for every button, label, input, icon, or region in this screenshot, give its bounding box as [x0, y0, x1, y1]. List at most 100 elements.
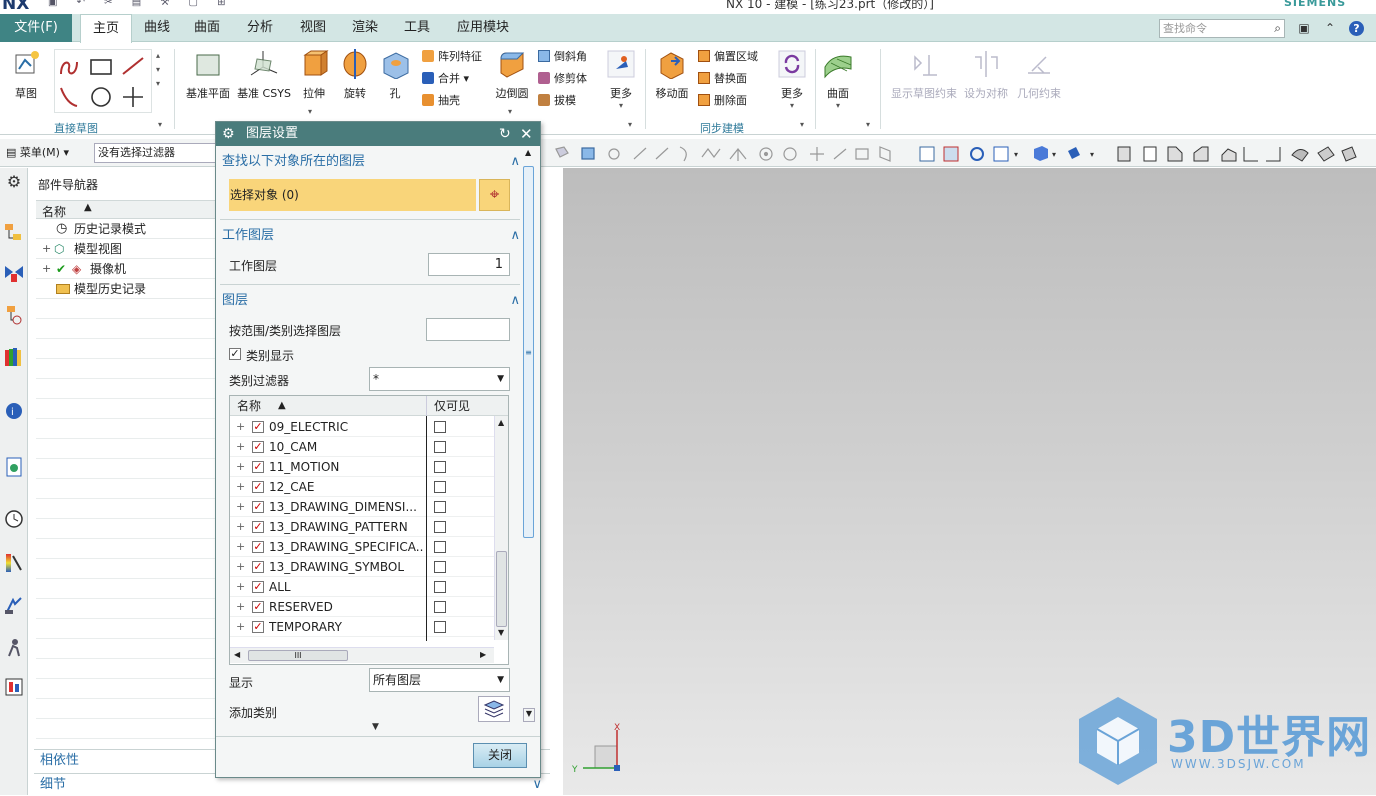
edge-blend-button[interactable]: 边倒圆: [492, 49, 532, 101]
sync-group-dropdown-icon[interactable]: ▾: [800, 120, 804, 129]
layer-visible-checkbox[interactable]: ✓: [252, 441, 264, 453]
layer-visible-checkbox[interactable]: ✓: [252, 481, 264, 493]
quick-access-toolbar[interactable]: ▣ ↶ ✂ ▤ ⚒ ▢ ⊞: [48, 0, 378, 8]
offset-region-button[interactable]: 偏置区域: [698, 48, 758, 64]
shell-button[interactable]: 抽壳: [422, 92, 460, 108]
nav-item-model-views[interactable]: + ⬡ 模型视图: [36, 239, 216, 259]
search-icon[interactable]: ⌕: [1274, 20, 1281, 37]
layer-row[interactable]: + ✓ TEMPORARY: [230, 617, 496, 637]
add-category-button[interactable]: [478, 696, 510, 722]
hole-button[interactable]: 孔: [378, 49, 412, 101]
close-icon[interactable]: ✕: [520, 122, 533, 146]
set-symmetric-button[interactable]: 设为对称: [960, 49, 1012, 101]
face-display-icons[interactable]: [1117, 146, 1357, 162]
sketch-more-arrows[interactable]: ▴ ▾ ▾: [156, 49, 160, 91]
datum-plane-button[interactable]: 基准平面: [182, 49, 234, 101]
more-features-button[interactable]: 更多 ▾: [602, 49, 640, 110]
tab-curve[interactable]: 曲线: [134, 14, 180, 42]
revolve-button[interactable]: 旋转: [338, 49, 372, 101]
expand-icon[interactable]: +: [42, 259, 51, 279]
visible-only-checkbox[interactable]: [434, 601, 446, 613]
process-studio-icon[interactable]: [3, 552, 25, 574]
help-icon[interactable]: ?: [1349, 21, 1364, 36]
visible-only-checkbox[interactable]: [434, 501, 446, 513]
visible-only-checkbox[interactable]: [434, 421, 446, 433]
sketch-tool-icons[interactable]: [55, 50, 153, 114]
part-navigator-icon[interactable]: [3, 304, 25, 326]
visible-only-checkbox[interactable]: [434, 521, 446, 533]
reuse-library-icon[interactable]: [3, 346, 25, 368]
layer-visible-checkbox[interactable]: ✓: [252, 501, 264, 513]
horizontal-scrollbar[interactable]: ◀ III ▶: [230, 647, 494, 663]
visible-only-column-header[interactable]: 仅可见: [434, 396, 470, 416]
visible-only-checkbox[interactable]: [434, 581, 446, 593]
extrude-dropdown-icon[interactable]: ▾: [308, 107, 312, 116]
layer-visible-checkbox[interactable]: ✓: [252, 581, 264, 593]
layer-visible-checkbox[interactable]: ✓: [252, 621, 264, 633]
nav-item-cameras[interactable]: + ✔ ◈ 摄像机: [36, 259, 216, 279]
settings-gear-icon[interactable]: ⚙: [3, 172, 25, 194]
pattern-feature-button[interactable]: 阵列特征: [422, 48, 482, 64]
layer-row[interactable]: + ✓ ALL: [230, 577, 496, 597]
layer-visible-checkbox[interactable]: ✓: [252, 521, 264, 533]
history-clock-icon[interactable]: [3, 508, 25, 530]
expand-icon[interactable]: +: [236, 597, 245, 617]
extrude-button[interactable]: 拉伸: [296, 49, 332, 101]
assembly-navigator-icon[interactable]: [3, 222, 25, 244]
layer-name-column-header[interactable]: 名称: [237, 396, 261, 416]
expand-icon[interactable]: +: [236, 457, 245, 477]
layer-visible-checkbox[interactable]: ✓: [252, 601, 264, 613]
scroll-up-icon[interactable]: ▲: [525, 148, 531, 157]
work-layer-input[interactable]: 1: [428, 253, 510, 276]
feature-group-dropdown-icon[interactable]: ▾: [628, 120, 632, 129]
visible-only-checkbox[interactable]: [434, 541, 446, 553]
system-visualization-icon[interactable]: [3, 676, 25, 698]
show-sketch-constraints-button[interactable]: 显示草图约束: [888, 49, 960, 101]
datum-csys-button[interactable]: 基准 CSYS: [236, 49, 292, 101]
sketch-button[interactable]: 草图: [6, 49, 46, 101]
expand-icon[interactable]: +: [236, 617, 245, 637]
select-object-button[interactable]: ⌖: [479, 179, 510, 211]
visible-only-checkbox[interactable]: [434, 561, 446, 573]
manufacturing-wizard-icon[interactable]: [3, 594, 25, 616]
group-dropdown-icon[interactable]: ▾: [158, 120, 162, 129]
unite-button[interactable]: 合并 ▾: [422, 70, 469, 86]
category-display-checkbox[interactable]: ✓: [229, 348, 241, 360]
visible-only-checkbox[interactable]: [434, 441, 446, 453]
expand-icon[interactable]: +: [236, 437, 245, 457]
layer-row[interactable]: + ✓ 09_ELECTRIC: [230, 417, 496, 437]
geometric-constraints-button[interactable]: 几何约束: [1014, 49, 1064, 101]
nav-item-model-history[interactable]: 模型历史记录: [36, 279, 216, 299]
layer-row[interactable]: + ✓ 13_DRAWING_DIMENSI...: [230, 497, 496, 517]
scroll-thumb[interactable]: [496, 551, 507, 627]
replace-face-button[interactable]: 替换面: [698, 70, 747, 86]
chamfer-button[interactable]: 倒斜角: [538, 48, 587, 64]
layer-visible-checkbox[interactable]: ✓: [252, 461, 264, 473]
delete-face-button[interactable]: 删除面: [698, 92, 747, 108]
menu-button[interactable]: ▤ 菜单(M) ▾: [6, 144, 69, 160]
selection-toolbar-icons[interactable]: ▾ ▾ ▾: [544, 143, 1376, 165]
expand-icon[interactable]: +: [236, 497, 245, 517]
hd3d-tools-icon[interactable]: i: [3, 400, 25, 422]
layer-row[interactable]: + ✓ RESERVED: [230, 597, 496, 617]
scroll-right-icon[interactable]: ▶: [480, 650, 486, 659]
more-sync-button[interactable]: 更多 ▾: [774, 49, 810, 110]
collapse-ribbon-icon[interactable]: ⌃: [1322, 20, 1338, 36]
trim-body-button[interactable]: 修剪体: [538, 70, 587, 86]
visible-only-checkbox[interactable]: [434, 621, 446, 633]
selection-filter-select[interactable]: 没有选择过滤器: [94, 143, 216, 163]
nav-item-history-mode[interactable]: ◷ 历史记录模式: [36, 219, 216, 239]
category-filter-select[interactable]: * ▼: [369, 367, 510, 391]
surface-group-dropdown-icon[interactable]: ▾: [866, 120, 870, 129]
move-face-button[interactable]: 移动面: [652, 49, 692, 101]
dialog-scroll-thumb[interactable]: ≡: [523, 166, 534, 538]
web-browser-icon[interactable]: [3, 456, 25, 478]
layer-row[interactable]: + ✓ 13_DRAWING_SYMBOL: [230, 557, 496, 577]
tab-render[interactable]: 渲染: [342, 14, 388, 42]
dialog-scrollbar[interactable]: ▲ ≡ ▼: [522, 148, 536, 722]
tab-view[interactable]: 视图: [290, 14, 336, 42]
layer-visible-checkbox[interactable]: ✓: [252, 561, 264, 573]
draft-button[interactable]: 拔模: [538, 92, 576, 108]
reset-icon[interactable]: ↻: [499, 122, 511, 146]
view-icons[interactable]: ▾ ▾ ▾: [919, 146, 1094, 162]
